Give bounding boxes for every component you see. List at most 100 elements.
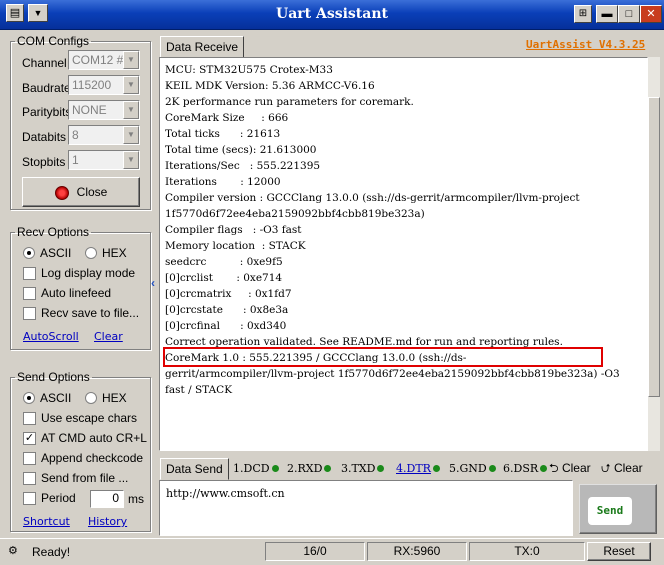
send-from-file-checkbox[interactable] bbox=[23, 472, 36, 485]
recv-hex-label: HEX bbox=[102, 246, 127, 260]
close-window-button[interactable]: ✕ bbox=[640, 5, 662, 23]
receive-textarea[interactable]: MCU: STM32U575 Crotex-M33 KEIL MDK Versio… bbox=[159, 57, 648, 451]
log-display-mode-checkbox[interactable] bbox=[23, 267, 36, 280]
signal-dcd-label: 1.DCD bbox=[233, 462, 270, 475]
databits-label: Databits bbox=[22, 130, 67, 144]
receive-line: KEIL MDK Version: 5.36 ARMCC-V6.16 bbox=[165, 80, 375, 92]
use-escape-chars-label: Use escape chars bbox=[41, 411, 138, 425]
scrollbar-thumb[interactable] bbox=[648, 97, 660, 397]
receive-line: fast / STACK bbox=[165, 384, 233, 396]
chevron-down-icon: ▼ bbox=[123, 101, 139, 119]
send-from-file-label: Send from file ... bbox=[41, 471, 129, 485]
chevron-down-icon: ▼ bbox=[123, 76, 139, 94]
period-label: Period bbox=[41, 491, 76, 505]
receive-line: CoreMark Size : 666 bbox=[165, 112, 289, 124]
signal-dsr: 6.DSR bbox=[503, 462, 548, 475]
autoscroll-link[interactable]: AutoScroll bbox=[23, 330, 79, 343]
baudrate-select[interactable]: 115200 ▼ bbox=[68, 75, 140, 95]
period-unit: ms bbox=[128, 492, 144, 506]
receive-line: Total ticks : 21613 bbox=[165, 128, 281, 140]
receive-line: Compiler flags : -O3 fast bbox=[165, 224, 302, 236]
send-button-label: Send bbox=[588, 497, 632, 525]
channel-select[interactable]: COM12 # ▼ bbox=[68, 50, 140, 70]
chevron-down-icon: ▼ bbox=[123, 151, 139, 169]
highlight-box bbox=[163, 347, 603, 367]
receive-line: gerrit/armcompiler/llvm-project 1f5770d6… bbox=[165, 368, 620, 380]
version-link[interactable]: UartAssist V4.3.25 bbox=[526, 38, 645, 51]
receive-line: [0]crcstate : 0x8e3a bbox=[165, 304, 289, 316]
receive-line: [0]crcmatrix : 0x1fd7 bbox=[165, 288, 292, 300]
signal-gnd-label: 5.GND bbox=[449, 462, 487, 475]
at-cmd-checkbox[interactable]: ✓ bbox=[23, 432, 36, 445]
signal-gnd: 5.GND bbox=[449, 462, 496, 475]
signal-txd-label: 3.TXD bbox=[341, 462, 376, 475]
clear-send-button[interactable]: ⮍ Clear bbox=[601, 459, 643, 480]
signal-dtr[interactable]: 4.DTR bbox=[396, 462, 440, 475]
paritybits-select[interactable]: NONE ▼ bbox=[68, 100, 140, 120]
append-checkcode-label: Append checkcode bbox=[41, 451, 144, 465]
baudrate-value: 115200 bbox=[72, 78, 112, 92]
channel-value: COM12 # bbox=[72, 53, 124, 67]
send-hex-radio[interactable] bbox=[85, 392, 97, 404]
collapse-panel-icon[interactable]: ‹ bbox=[151, 276, 159, 292]
stopbits-select[interactable]: 1 ▼ bbox=[68, 150, 140, 170]
title-bar: ▤ ▼ Uart Assistant ⊞ ▬ □ ✕ bbox=[0, 0, 664, 30]
receive-scrollbar[interactable] bbox=[648, 57, 660, 451]
signal-rxd: 2.RXD bbox=[287, 462, 332, 475]
stopbits-value: 1 bbox=[72, 153, 79, 167]
status-rx: RX:5960 bbox=[367, 542, 467, 561]
stopbits-label: Stopbits bbox=[22, 155, 66, 169]
signal-dtr-label: 4.DTR bbox=[396, 462, 431, 475]
tab-data-receive[interactable]: Data Receive bbox=[160, 36, 245, 58]
led-icon bbox=[377, 465, 385, 472]
send-ascii-radio[interactable] bbox=[23, 392, 35, 404]
shortcut-link[interactable]: Shortcut bbox=[23, 515, 70, 528]
clear-recv-label: Clear bbox=[561, 461, 591, 475]
recv-save-checkbox[interactable] bbox=[23, 307, 36, 320]
tab-data-send[interactable]: Data Send bbox=[160, 458, 229, 480]
eraser-icon: ⮍ bbox=[601, 461, 611, 475]
recv-clear-link[interactable]: Clear bbox=[94, 330, 123, 343]
led-icon bbox=[540, 465, 548, 472]
signal-txd: 3.TXD bbox=[341, 462, 385, 475]
led-icon bbox=[324, 465, 332, 472]
led-icon bbox=[271, 465, 279, 472]
auto-linefeed-label: Auto linefeed bbox=[41, 286, 112, 300]
use-escape-chars-checkbox[interactable] bbox=[23, 412, 36, 425]
window-title: Uart Assistant bbox=[275, 6, 388, 22]
period-checkbox[interactable] bbox=[23, 492, 36, 505]
maximize-button[interactable]: □ bbox=[618, 5, 640, 23]
send-button[interactable]: Send bbox=[579, 484, 657, 534]
chevron-down-icon: ▼ bbox=[123, 51, 139, 69]
close-port-label: Close bbox=[76, 185, 108, 199]
send-options-title: Send Options bbox=[17, 370, 90, 384]
led-icon bbox=[488, 465, 496, 472]
auto-linefeed-checkbox[interactable] bbox=[23, 287, 36, 300]
databits-select[interactable]: 8 ▼ bbox=[68, 125, 140, 145]
receive-line: [0]crcfinal : 0xd340 bbox=[165, 320, 287, 332]
minimize-button[interactable]: ▬ bbox=[596, 5, 618, 23]
clear-recv-button[interactable]: ⮌ Clear bbox=[549, 459, 591, 480]
paritybits-value: NONE bbox=[72, 103, 107, 117]
send-ascii-label: ASCII bbox=[40, 391, 72, 405]
reset-button[interactable]: Reset bbox=[587, 542, 651, 561]
channel-label: Channel bbox=[22, 56, 67, 70]
receive-line: Total time (secs): 21.613000 bbox=[165, 144, 317, 156]
history-link[interactable]: History bbox=[88, 515, 127, 528]
paritybits-label: Paritybits bbox=[22, 105, 72, 119]
recv-hex-radio[interactable] bbox=[85, 247, 97, 259]
log-display-mode-label: Log display mode bbox=[41, 266, 136, 280]
pin-icon[interactable]: ⊞ bbox=[574, 5, 592, 23]
databits-value: 8 bbox=[72, 128, 79, 142]
close-port-button[interactable]: Close bbox=[22, 177, 140, 207]
signal-rxd-label: 2.RXD bbox=[287, 462, 323, 475]
append-checkcode-checkbox[interactable] bbox=[23, 452, 36, 465]
at-cmd-label: AT CMD auto CR+L bbox=[41, 431, 147, 445]
period-input[interactable]: 0 bbox=[90, 490, 124, 508]
recv-ascii-radio[interactable] bbox=[23, 247, 35, 259]
receive-line: 1f5770d6f72ee4eba2159092bbf4cbb819be323a… bbox=[165, 208, 425, 220]
receive-line: Memory location : STACK bbox=[165, 240, 306, 252]
receive-line: seedcrc : 0xe9f5 bbox=[165, 256, 283, 268]
receive-line: 2K performance run parameters for corema… bbox=[165, 96, 414, 108]
send-input[interactable]: http://www.cmsoft.cn bbox=[159, 480, 573, 536]
